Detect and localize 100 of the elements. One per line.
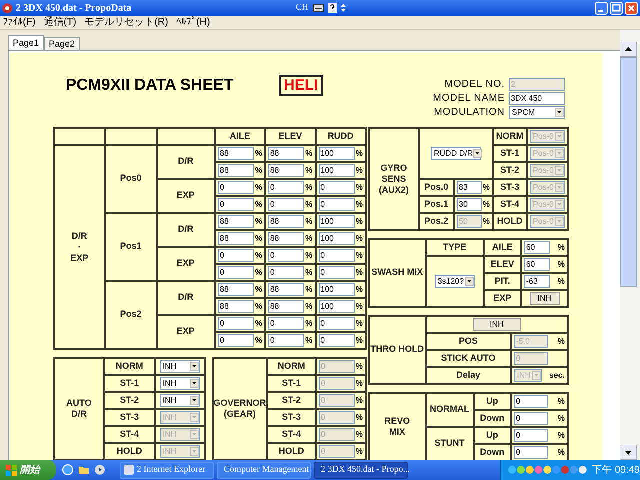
value-field[interactable]: -63 xyxy=(524,275,550,288)
value-field[interactable]: 0 xyxy=(268,266,304,279)
updown-icon[interactable] xyxy=(340,3,346,13)
row-label: ST-3 xyxy=(493,179,527,196)
tray-icons-drawing[interactable] xyxy=(507,464,588,476)
unit-label: % xyxy=(306,184,313,192)
inh-button[interactable]: INH xyxy=(530,292,560,305)
value-field[interactable]: 100 xyxy=(318,300,355,313)
value-field[interactable]: 60 xyxy=(524,241,550,254)
value-field[interactable]: 30 xyxy=(457,198,482,211)
value-field[interactable]: 0 xyxy=(318,334,355,347)
value-field[interactable]: 0 xyxy=(218,266,254,279)
maximize-icon[interactable] xyxy=(610,2,623,14)
unit-label: % xyxy=(306,218,313,226)
position-label: Pos2 xyxy=(105,281,157,349)
scrollbar[interactable] xyxy=(620,30,640,460)
dropdown[interactable]: INH xyxy=(160,394,200,407)
value-field[interactable]: 0 xyxy=(268,181,304,194)
row-label: Pos.2 xyxy=(419,213,454,230)
unit-label: % xyxy=(482,200,490,208)
taskbar-button[interactable]: 2 Internet Explorer xyxy=(120,462,214,478)
value-field[interactable]: 88 xyxy=(218,283,254,296)
taskbar-button[interactable]: 2 3DX 450.dat - Propo... xyxy=(314,462,408,478)
tab[interactable]: Page2 xyxy=(44,37,80,50)
caret-icon xyxy=(190,413,199,422)
row-label: Delay xyxy=(426,367,512,384)
scroll-down-icon[interactable] xyxy=(620,445,637,460)
value-field[interactable]: 0 xyxy=(268,198,304,211)
dropdown[interactable]: INH xyxy=(160,360,200,373)
tab[interactable]: Page1 xyxy=(8,35,44,50)
value-field[interactable]: 88 xyxy=(218,215,254,228)
folder-icon[interactable] xyxy=(78,464,90,476)
row-label: ELEV xyxy=(484,256,522,273)
value-field[interactable]: 88 xyxy=(218,232,254,245)
value-field[interactable]: 0 xyxy=(318,249,355,262)
unit-label: % xyxy=(356,200,363,208)
value-field[interactable]: 0 xyxy=(514,429,548,442)
row-label: EXP xyxy=(484,290,522,307)
row-label: HOLD xyxy=(493,213,527,230)
menu-item[interactable]: モデルリセット(R) xyxy=(84,18,168,28)
caret-icon xyxy=(473,149,482,158)
unit-label: % xyxy=(558,338,565,346)
unit-label: % xyxy=(255,184,262,192)
browser-icon[interactable] xyxy=(62,464,74,476)
close-icon[interactable] xyxy=(625,2,638,14)
value-field[interactable]: 0 xyxy=(218,181,254,194)
unit-label: % xyxy=(306,200,313,208)
value-field[interactable]: 88 xyxy=(218,300,254,313)
inh-button[interactable]: INH xyxy=(472,318,521,331)
value-field[interactable]: 0 xyxy=(514,395,548,408)
value-field[interactable]: 3DX 450 xyxy=(509,92,565,105)
dropdown[interactable]: SPCM xyxy=(509,106,565,119)
minimize-icon[interactable] xyxy=(595,2,608,14)
value-field[interactable]: 0 xyxy=(318,198,355,211)
value-field[interactable]: 0 xyxy=(218,334,254,347)
value-field[interactable]: 88 xyxy=(268,283,304,296)
value-field[interactable]: 100 xyxy=(318,164,355,177)
unit-label: % xyxy=(356,362,363,370)
value-field[interactable]: 0 xyxy=(218,198,254,211)
value-field[interactable]: 100 xyxy=(318,283,355,296)
value-field[interactable]: 0 xyxy=(318,181,355,194)
value-field[interactable]: 88 xyxy=(268,300,304,313)
caret-icon xyxy=(555,132,564,141)
dropdown[interactable]: 3s120? xyxy=(434,275,475,288)
value-field[interactable]: 0 xyxy=(318,266,355,279)
start-button[interactable]: 開始 xyxy=(0,460,56,480)
value-field[interactable]: 0 xyxy=(218,317,254,330)
value-field[interactable]: 0 xyxy=(268,317,304,330)
value-field[interactable]: 0 xyxy=(268,249,304,262)
scroll-thumb[interactable] xyxy=(620,57,637,287)
value-field[interactable]: 88 xyxy=(268,147,304,160)
group-label: EXP xyxy=(156,315,216,349)
menu-item[interactable]: ﾍﾙﾌﾟ(H) xyxy=(176,18,210,28)
unit-label: % xyxy=(306,268,313,276)
media-icon[interactable] xyxy=(94,464,106,476)
value-field[interactable]: 88 xyxy=(218,147,254,160)
help-icon[interactable] xyxy=(328,3,337,13)
menu-item[interactable]: ﾌｧｲﾙ(F) xyxy=(3,18,36,28)
group-label: D/R xyxy=(156,213,216,247)
value-field[interactable]: 100 xyxy=(318,215,355,228)
column-header: AILE xyxy=(215,128,266,145)
taskbar-button[interactable]: Computer Management xyxy=(217,462,311,478)
menu-item[interactable]: 通信(T) xyxy=(44,18,77,28)
value-field[interactable]: 0 xyxy=(514,446,548,459)
value-field[interactable]: 83 xyxy=(457,181,482,194)
value-field[interactable]: 0 xyxy=(268,334,304,347)
dropdown[interactable]: INH xyxy=(160,377,200,390)
value-field[interactable]: 88 xyxy=(268,215,304,228)
value-field[interactable]: 0 xyxy=(318,317,355,330)
value-field[interactable]: 60 xyxy=(524,258,550,271)
keyboard-icon[interactable] xyxy=(312,4,324,12)
value-field[interactable]: 88 xyxy=(268,232,304,245)
scroll-up-icon[interactable] xyxy=(620,42,637,57)
value-field[interactable]: 0 xyxy=(514,412,548,425)
value-field[interactable]: 0 xyxy=(218,249,254,262)
value-field[interactable]: 88 xyxy=(218,164,254,177)
dropdown[interactable]: RUDD D/R xyxy=(431,147,481,160)
value-field[interactable]: 88 xyxy=(268,164,304,177)
value-field[interactable]: 100 xyxy=(318,147,355,160)
value-field[interactable]: 100 xyxy=(318,232,355,245)
